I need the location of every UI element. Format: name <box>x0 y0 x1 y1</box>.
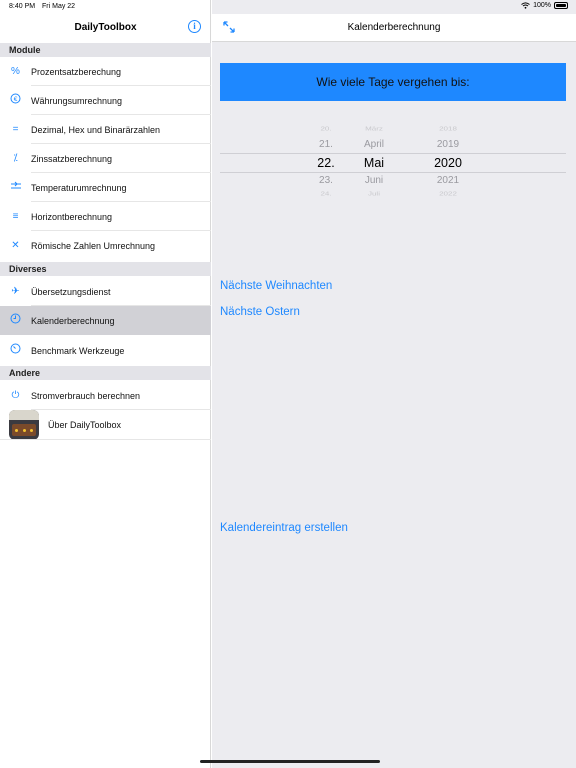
svg-text:€: € <box>14 96 18 103</box>
battery-icon <box>554 2 568 9</box>
equals-icon: = <box>12 124 19 135</box>
picker-month: März <box>365 125 383 132</box>
picker-day: 23. <box>319 175 333 186</box>
sidebar-item-benchmark[interactable]: Benchmark Werkzeuge <box>0 336 211 365</box>
picker-day: 21. <box>319 139 333 150</box>
sidebar-item-waehrung[interactable]: € Währungsumrechnung <box>0 86 211 115</box>
wifi-icon <box>521 2 530 9</box>
status-date: Fri May 22 <box>42 3 76 10</box>
create-calendar-entry-link[interactable]: Kalendereintrag erstellen <box>220 522 348 534</box>
section-header-andere: Andere <box>0 366 211 380</box>
sidebar-item-label: Über DailyToolbox <box>48 420 122 430</box>
next-easter-link[interactable]: Nächste Ostern <box>220 306 300 318</box>
percent-icon: % <box>11 66 20 77</box>
picker-year: 2018 <box>439 125 457 132</box>
sidebar-item-zinssatz[interactable]: ⁒ Zinssatzberechnung <box>0 144 211 173</box>
sidebar-item-label: Kalenderberechnung <box>31 315 115 326</box>
battery-percent: 100% <box>533 2 551 9</box>
app-icon <box>9 410 39 440</box>
picker-day: 24. <box>320 190 332 197</box>
sidebar-item-label: Römische Zahlen Umrechnung <box>31 240 156 251</box>
picker-day[interactable]: 22. <box>310 156 342 170</box>
sidebar-item-about[interactable]: Über DailyToolbox <box>0 410 211 440</box>
picker-row: 24. Juli 2022 <box>220 191 566 198</box>
picker-month: Juni <box>364 175 384 186</box>
picker-year: 2022 <box>439 190 457 197</box>
picker-month[interactable]: Mai <box>348 156 400 170</box>
thermometer-icon <box>9 181 22 195</box>
airplane-icon: ✈ <box>11 286 20 297</box>
clock-icon <box>9 313 22 328</box>
sidebar: DailyToolbox i Module % Prozentsatzberec… <box>0 0 211 768</box>
picker-year[interactable]: 2020 <box>428 156 468 170</box>
sidebar-item-dezimal[interactable]: = Dezimal, Hex und Binarärzahlen <box>0 115 211 144</box>
sidebar-item-label: Temperaturumrechnung <box>31 182 127 193</box>
power-icon: ⏻ <box>11 390 20 401</box>
page-title: Kalenderberechnung <box>347 22 441 33</box>
sidebar-nav-bar: DailyToolbox i <box>0 14 211 42</box>
sidebar-item-label: Prozentsatzberechung <box>31 66 122 77</box>
sidebar-item-label: Zinssatzberechnung <box>31 153 113 164</box>
main-nav-bar: Kalenderberechnung <box>212 14 576 42</box>
currency-icon: € <box>9 93 22 108</box>
home-indicator[interactable] <box>200 760 380 763</box>
section-header-module: Module <box>0 43 211 57</box>
stopwatch-icon <box>9 343 22 358</box>
status-indicators: 100% <box>521 2 568 9</box>
sidebar-item-temperatur[interactable]: Temperaturumrechnung <box>0 173 211 202</box>
picker-year: 2021 <box>436 175 460 186</box>
sidebar-item-label: Stromverbrauch berechnen <box>31 390 141 401</box>
picker-year: 2019 <box>436 139 460 150</box>
sidebar-item-prozentsatz[interactable]: % Prozentsatzberechung <box>0 57 211 86</box>
sidebar-item-kalender[interactable]: Kalenderberechnung <box>0 306 211 335</box>
sidebar-item-uebersetzung[interactable]: ✈ Übersetzungsdienst <box>0 277 211 306</box>
date-picker[interactable]: 20. März 2018 21. April 2019 22. Mai 202… <box>220 124 566 198</box>
picker-month: Juli <box>367 190 380 197</box>
sidebar-item-label: Währungsumrechnung <box>31 95 123 106</box>
picker-selection-bottom <box>220 172 566 173</box>
horizon-icon: ≡ <box>12 211 19 222</box>
divide-icon: ⁒ <box>13 153 18 164</box>
banner-text: Wie viele Tage vergehen bis: <box>316 75 470 89</box>
info-icon[interactable]: i <box>188 20 201 33</box>
status-time: 8:40 PM <box>9 3 36 10</box>
status-bar: 8:40 PM Fri May 22 100% <box>0 0 576 14</box>
sidebar-item-horizont[interactable]: ≡ Horizontberechnung <box>0 202 211 231</box>
close-icon: ✕ <box>11 240 20 251</box>
sidebar-title: DailyToolbox <box>74 22 137 33</box>
sidebar-item-label: Benchmark Werkzeuge <box>31 345 125 356</box>
main-panel: Kalenderberechnung Wie viele Tage vergeh… <box>212 0 576 768</box>
picker-row: 20. März 2018 <box>220 126 566 133</box>
sidebar-item-roemisch[interactable]: ✕ Römische Zahlen Umrechnung <box>0 231 211 260</box>
question-banner: Wie viele Tage vergehen bis: <box>220 63 566 101</box>
section-header-diverses: Diverses <box>0 262 211 276</box>
picker-day: 20. <box>320 125 332 132</box>
sidebar-item-label: Dezimal, Hex und Binarärzahlen <box>31 124 161 135</box>
picker-month: April <box>363 139 384 150</box>
next-christmas-link[interactable]: Nächste Weihnachten <box>220 280 332 292</box>
sidebar-item-label: Übersetzungsdienst <box>31 286 111 297</box>
sidebar-item-strom[interactable]: ⏻ Stromverbrauch berechnen <box>0 381 211 410</box>
sidebar-item-label: Horizontberechnung <box>31 211 113 222</box>
picker-selection-top <box>220 153 566 154</box>
